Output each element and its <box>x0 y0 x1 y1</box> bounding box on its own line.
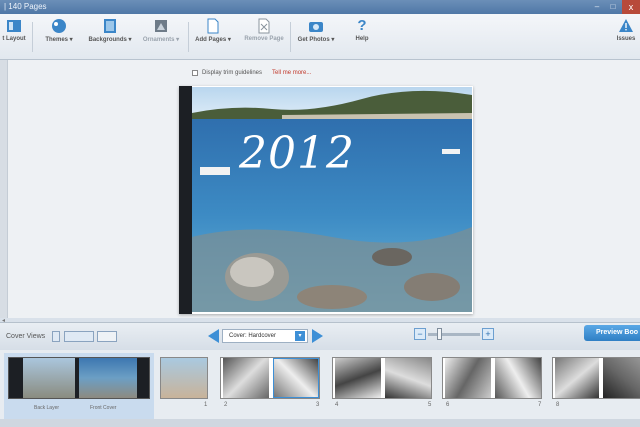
page-thumbnail[interactable] <box>220 357 320 399</box>
page-number: 2 <box>224 402 228 408</box>
previous-page-arrow[interactable] <box>208 329 219 343</box>
trim-guidelines-checkbox[interactable] <box>192 70 198 76</box>
maximize-button[interactable]: □ <box>606 0 620 14</box>
help-button[interactable]: ? Help <box>348 18 376 58</box>
page-number: 8 <box>556 402 560 408</box>
zoom-in-button[interactable]: + <box>482 328 494 340</box>
page-number: 6 <box>446 402 450 408</box>
layout-icon <box>7 20 21 32</box>
open-view-icon[interactable] <box>97 331 117 342</box>
warning-icon <box>619 19 633 32</box>
backgrounds-button[interactable]: Backgrounds ▾ <box>86 18 134 58</box>
add-pages-button[interactable]: Add Pages ▾ <box>192 18 234 58</box>
page-number: 1 <box>204 402 208 408</box>
page-thumbnail[interactable] <box>160 357 208 399</box>
zoom-slider-thumb[interactable] <box>437 328 443 340</box>
themes-button[interactable]: Themes ▾ <box>40 18 78 58</box>
zoom-slider-track[interactable] <box>428 333 480 336</box>
page-number: 5 <box>428 402 432 408</box>
chevron-down-icon: ▾ <box>295 331 305 341</box>
page-number: 7 <box>538 402 542 408</box>
trim-guidelines-label: Display trim guidelines <box>202 70 263 76</box>
ornaments-button[interactable]: Ornaments ▾ <box>140 18 182 58</box>
back-cover-label: Back Layer <box>34 405 60 411</box>
add-page-icon <box>207 18 219 34</box>
page-number: 4 <box>335 402 339 408</box>
book-spine <box>179 86 192 314</box>
toolbar-separator <box>32 22 33 52</box>
preview-book-button[interactable]: Preview Boo <box>584 325 640 341</box>
close-button[interactable]: x <box>622 0 640 14</box>
page-thumbnail[interactable] <box>552 357 640 399</box>
trim-guidelines-row: Display trim guidelines Tell me more... <box>192 68 311 78</box>
zoom-out-button[interactable]: − <box>414 328 426 340</box>
window-title: | 140 Pages <box>4 2 47 11</box>
cover-type-select[interactable]: Cover: Hardcover ▾ <box>222 329 308 343</box>
toolbar-separator <box>290 22 291 52</box>
page-number: 3 <box>316 402 320 408</box>
page-thumbnail[interactable] <box>332 357 432 399</box>
left-panel-edge <box>0 60 8 318</box>
toolbar: t Layout Themes ▾ Backgrounds ▾ Ornament… <box>0 14 640 60</box>
cover-views-label: Cover Views <box>6 333 46 340</box>
page-thumbnail[interactable] <box>442 357 542 399</box>
cover-title-text[interactable]: 2012 <box>192 128 402 179</box>
minimize-button[interactable]: – <box>590 0 604 14</box>
cover-thumbnail[interactable] <box>8 357 150 399</box>
toolbar-separator <box>188 22 189 52</box>
get-photos-button[interactable]: Get Photos ▾ <box>294 18 338 58</box>
remove-page-icon <box>258 18 270 34</box>
help-icon: ? <box>357 17 367 34</box>
single-view-icon[interactable] <box>52 331 60 342</box>
layout-button[interactable]: t Layout <box>0 18 28 58</box>
themes-icon <box>52 19 66 33</box>
remove-page-button[interactable]: Remove Page <box>242 18 286 58</box>
ornaments-icon <box>155 20 167 32</box>
spread-view-icon[interactable] <box>64 331 94 342</box>
front-cover-label: Front Cover <box>90 405 117 411</box>
issues-button[interactable]: Issues <box>612 18 640 58</box>
cover-photo[interactable] <box>192 87 472 312</box>
camera-icon <box>309 22 323 32</box>
tell-me-more-link[interactable]: Tell me more... <box>272 70 311 76</box>
next-page-arrow[interactable] <box>312 329 323 343</box>
status-strip <box>0 419 640 427</box>
backgrounds-icon <box>104 19 116 33</box>
title-bar: | 140 Pages – □ x <box>0 0 640 14</box>
